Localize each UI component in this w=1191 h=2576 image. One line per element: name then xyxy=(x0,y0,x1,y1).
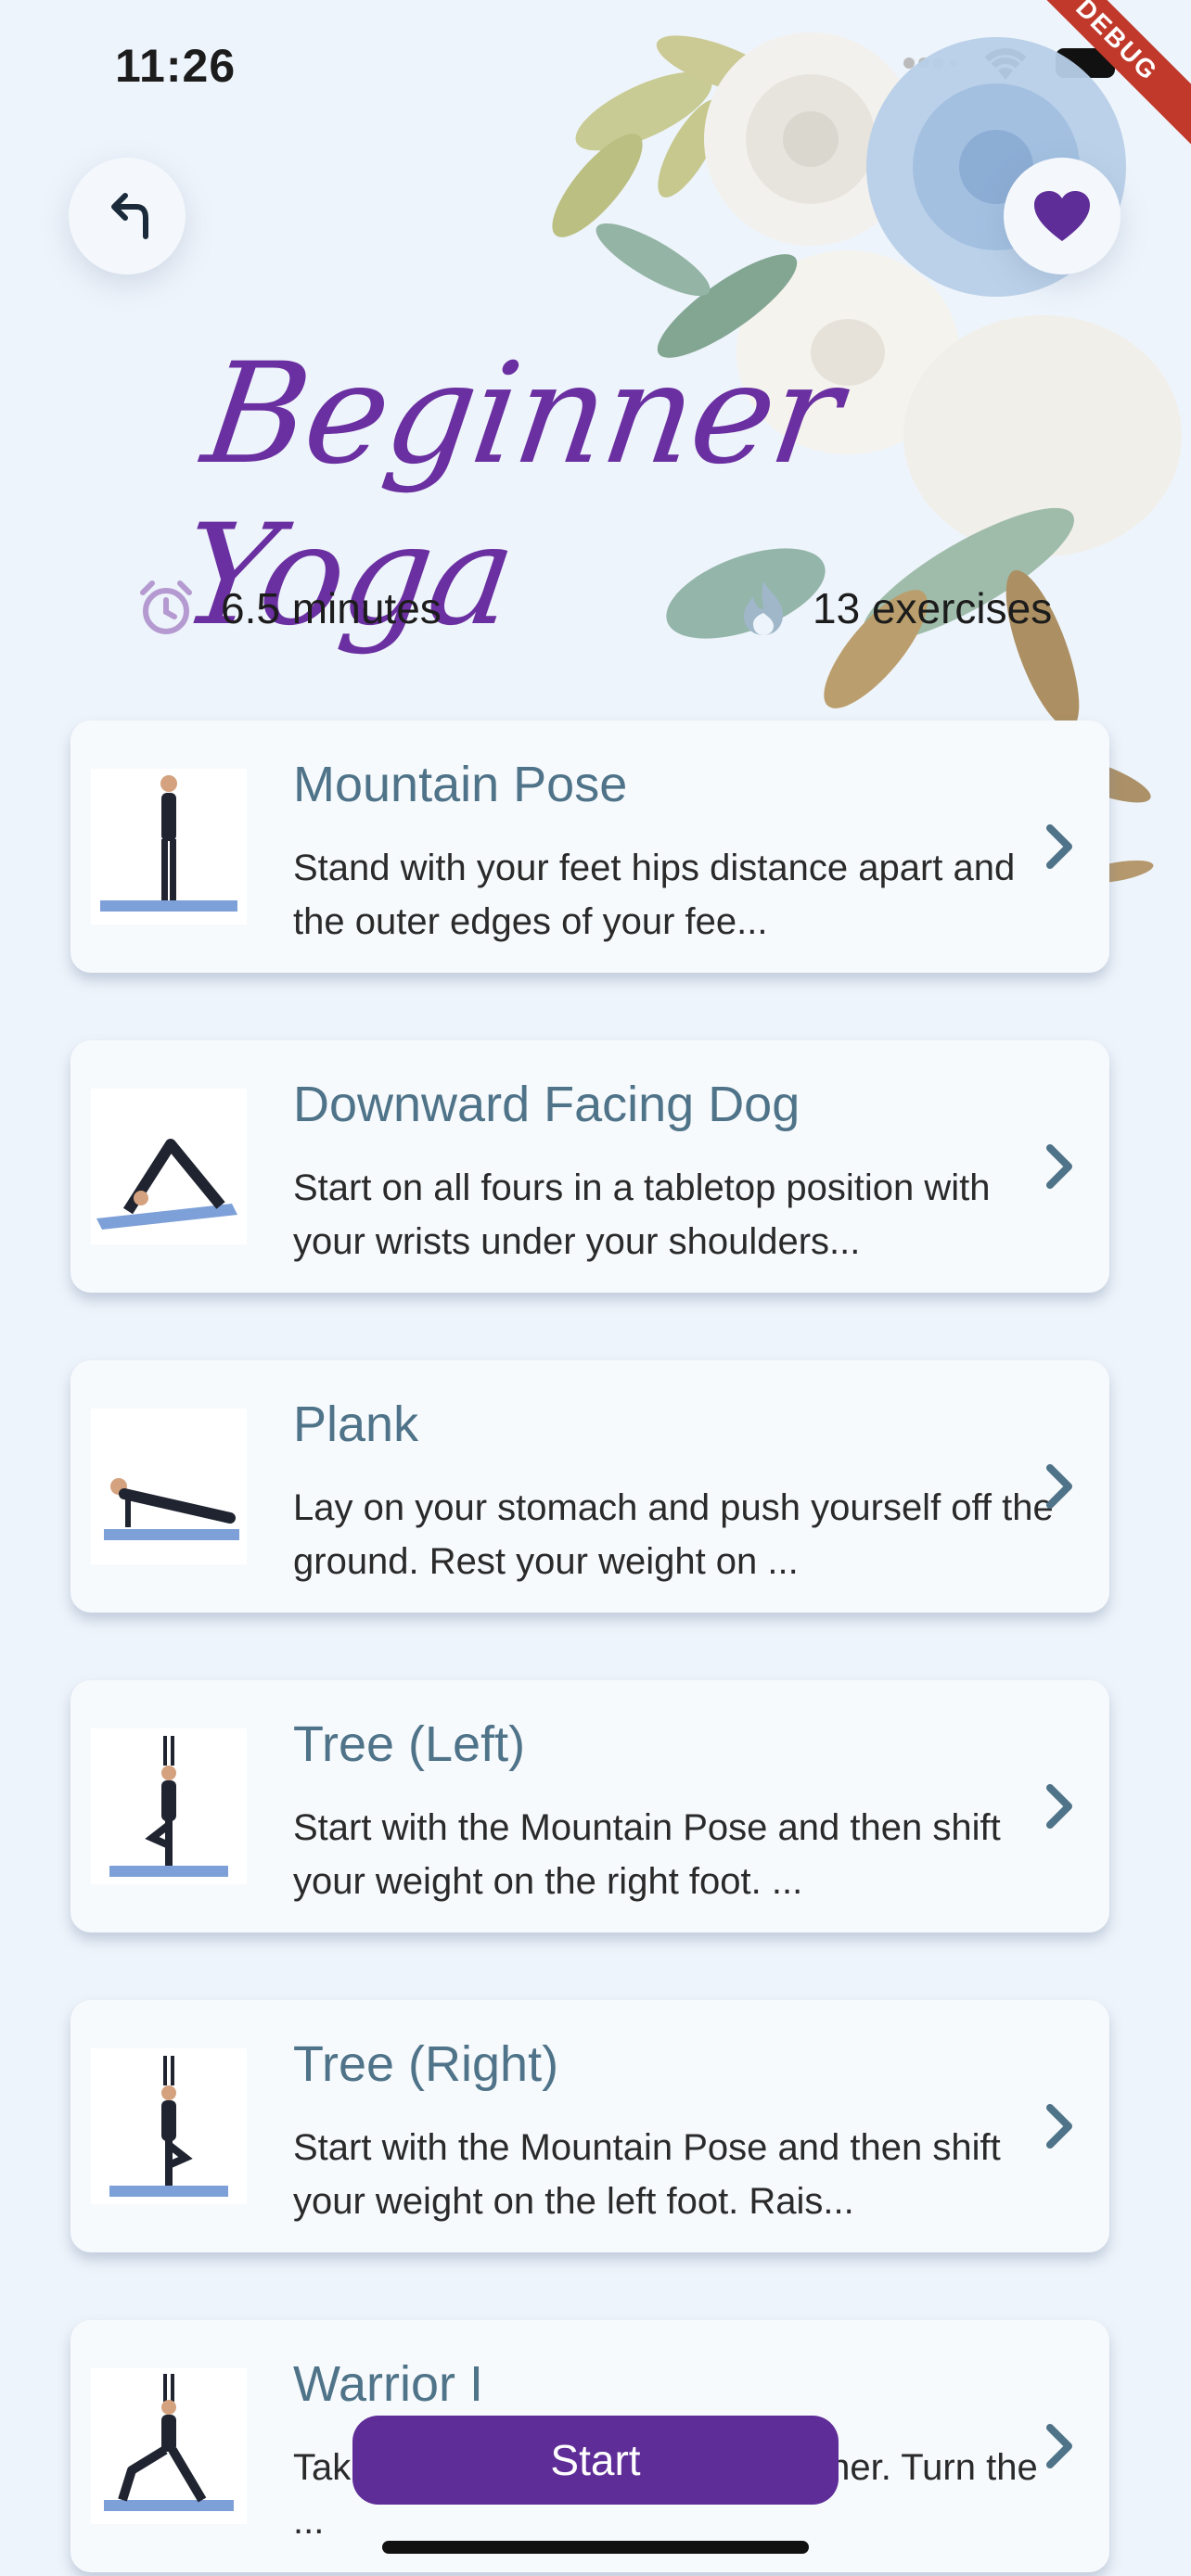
heart-icon xyxy=(1034,191,1090,241)
exercises-stat: 13 exercises xyxy=(740,580,1052,637)
chevron-right-icon xyxy=(1046,824,1072,869)
exercise-description: Stand with your feet hips distance apart… xyxy=(293,848,1016,942)
exercise-description: Start with the Mountain Pose and then sh… xyxy=(293,1807,1001,1902)
status-time: 11:26 xyxy=(115,40,237,92)
plank-illustration xyxy=(104,1478,239,1540)
duration-stat: 6.5 minutes xyxy=(137,580,442,637)
exercise-title: Mountain Pose xyxy=(293,757,628,812)
exercise-card-tree-left[interactable]: Tree (Left) Start with the Mountain Pose… xyxy=(70,1680,1109,1932)
start-button[interactable]: Start xyxy=(352,2416,839,2505)
exercise-title: Tree (Left) xyxy=(293,1716,526,1772)
exercise-card-downward-facing-dog[interactable]: Downward Facing Dog Start on all fours i… xyxy=(70,1040,1109,1293)
mountain-pose-illustration xyxy=(100,775,237,912)
warrior-pose-illustration xyxy=(104,2374,234,2511)
exercise-title: Tree (Right) xyxy=(293,2036,559,2092)
downward-dog-illustration xyxy=(96,1139,237,1230)
tree-pose-illustration xyxy=(109,1736,228,1877)
home-indicator xyxy=(382,2541,809,2554)
chevron-right-icon xyxy=(1046,1464,1072,1509)
exercise-card-plank[interactable]: Plank Lay on your stomach and push yours… xyxy=(70,1360,1109,1613)
tree-pose-illustration xyxy=(109,2056,228,2197)
exercise-description: Start on all fours in a tabletop positio… xyxy=(293,1167,991,1262)
exercise-title: Plank xyxy=(293,1396,419,1452)
favorite-button[interactable] xyxy=(1004,158,1121,274)
exercise-title: Downward Facing Dog xyxy=(293,1077,800,1132)
duration-text: 6.5 minutes xyxy=(221,584,442,632)
back-button[interactable] xyxy=(69,158,186,274)
exercise-description: Lay on your stomach and push yourself of… xyxy=(293,1487,1054,1582)
exercise-card-tree-right[interactable]: Tree (Right) Start with the Mountain Pos… xyxy=(70,2000,1109,2252)
exercise-title: Warrior I xyxy=(293,2356,483,2412)
chevron-right-icon xyxy=(1046,2424,1072,2468)
exercises-text: 13 exercises xyxy=(813,584,1053,632)
alarm-clock-icon xyxy=(140,580,192,634)
exercise-card-mountain-pose[interactable]: Mountain Pose Stand with your feet hips … xyxy=(70,721,1109,973)
exercise-thumbnail xyxy=(91,1089,247,1244)
exercise-thumbnail xyxy=(91,1409,247,1564)
chevron-right-icon xyxy=(1046,1144,1072,1189)
chevron-right-icon xyxy=(1046,1784,1072,1829)
flame-icon xyxy=(744,581,783,635)
chevron-right-icon xyxy=(1046,2104,1072,2149)
exercise-thumbnail xyxy=(91,1728,247,1884)
exercise-thumbnail xyxy=(91,2048,247,2204)
exercise-thumbnail xyxy=(91,2368,247,2524)
exercise-thumbnail xyxy=(91,769,247,925)
exercise-description: Start with the Mountain Pose and then sh… xyxy=(293,2127,1001,2222)
back-arrow-icon xyxy=(111,193,148,239)
